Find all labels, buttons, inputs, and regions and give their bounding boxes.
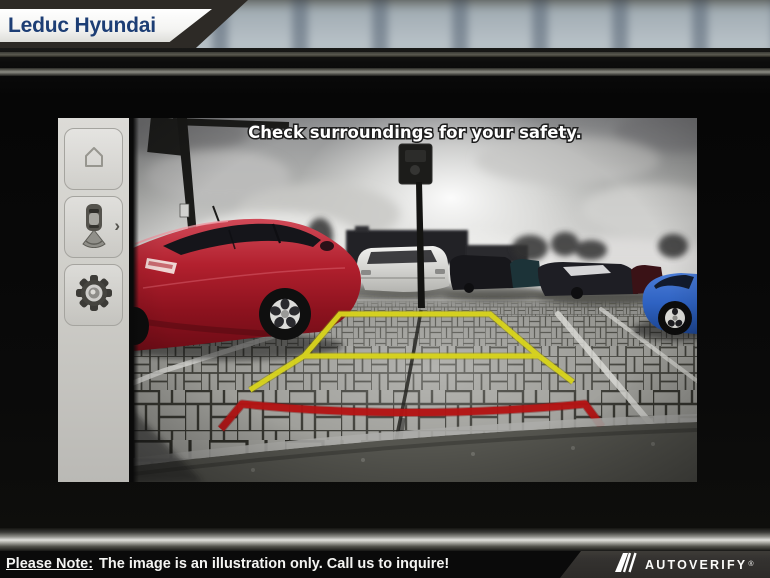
rear-camera-view: Check surroundings for your safety.: [133, 118, 697, 482]
dash-trim-bottom: [0, 528, 770, 551]
chevron-right-icon[interactable]: ›: [114, 217, 120, 234]
disclaimer-label: Please Note:: [6, 556, 93, 572]
footer-bar: Please Note: The image is an illustration…: [0, 551, 770, 578]
camera-left-edge: [133, 118, 139, 482]
home-button[interactable]: [64, 128, 123, 190]
sidebar: ›: [58, 118, 129, 482]
autoverify-av-icon: [613, 552, 638, 578]
disclaimer-text: The image is an illustration only. Call …: [99, 556, 449, 572]
home-icon: [80, 143, 108, 176]
infotainment-display: ›: [58, 118, 697, 482]
dealer-name: Leduc Hyundai: [0, 14, 156, 38]
autoverify-panel: AUTOVERIFY®: [560, 551, 770, 578]
dash-trim-line: [0, 68, 770, 76]
vignette: [133, 118, 697, 482]
autoverify-wordmark: AUTOVERIFY: [645, 558, 747, 572]
settings-button[interactable]: [64, 264, 123, 326]
disclaimer: Please Note: The image is an illustration…: [6, 551, 449, 578]
parking-sensor-icon: [74, 202, 114, 253]
camera-warning-text: Check surroundings for your safety.: [248, 123, 582, 142]
dash-trim-line-upper: [0, 52, 770, 57]
registered-mark: ®: [748, 561, 753, 568]
parking-sensor-button[interactable]: ›: [64, 196, 123, 258]
gear-icon: [69, 268, 119, 323]
